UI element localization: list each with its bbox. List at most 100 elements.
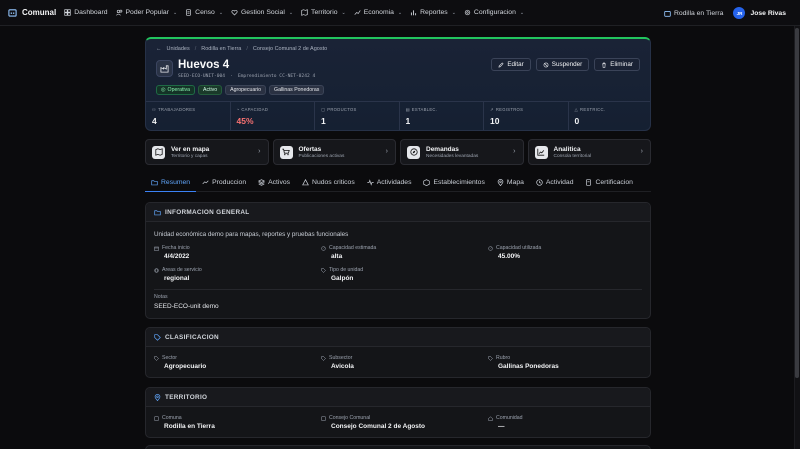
chevron-down-icon: ⌄ — [218, 9, 224, 16]
users-icon: ⚇ — [152, 107, 157, 112]
user-menu[interactable]: JR Jose Rivas — [733, 7, 786, 19]
breadcrumb-unidades[interactable]: Unidades — [167, 46, 190, 52]
census-icon — [186, 9, 192, 16]
section-title: CLASIFICACION — [165, 333, 219, 341]
section-clasificacion: CLASIFICACION Sector Agropecuario Subsec… — [145, 327, 651, 378]
section-title: TERRITORIO — [165, 393, 208, 401]
section-informacion-general: INFORMACION GENERAL Unidad económica dem… — [145, 202, 651, 319]
stat-label: REGISTROS — [495, 107, 524, 112]
field-subsector: Subsector Avicola — [321, 355, 354, 370]
breadcrumb-consejo[interactable]: Consejo Comunal 2 de Agosto — [253, 46, 327, 52]
stat-label: ESTABLEC. — [411, 107, 438, 112]
quick-link-subtitle: Necesidades levantadas — [426, 153, 479, 159]
stat-productos: ▢ PRODUCTOS 1 — [315, 102, 400, 130]
sector-badge: Agropecuario — [225, 85, 267, 95]
edit-button[interactable]: Editar — [491, 58, 531, 71]
back-arrow-icon[interactable]: ← — [156, 46, 162, 52]
quick-link-subtitle: Consola territorial — [553, 153, 592, 159]
delete-button-label: Eliminar — [610, 61, 633, 68]
nav-reportes[interactable]: Reportes ⌄ — [410, 9, 456, 16]
tag-icon — [321, 267, 326, 273]
top-navbar: Comunal Dashboard Poder Popular ⌄ Censo ⌄ … — [0, 0, 800, 26]
tab-establecimientos[interactable]: Establecimientos — [417, 174, 490, 192]
field-value: — — [498, 423, 505, 430]
quick-link-mapa[interactable]: Ver en mapa Territorio y capas › — [145, 139, 269, 165]
quick-link-title: Ver en mapa — [171, 145, 210, 153]
brand-name: Comunal — [22, 8, 57, 17]
tab-certificacion[interactable]: Certificacion — [579, 174, 638, 192]
quick-link-demandas[interactable]: Demandas Necesidades levantadas › — [400, 139, 524, 165]
field-label: Sector — [162, 355, 177, 361]
tab-actividad[interactable]: Actividad — [530, 174, 580, 192]
quick-link-subtitle: Publicaciones activas — [298, 153, 345, 159]
field-label: Fecha inicio — [162, 245, 190, 251]
stat-label: TRABAJADORES — [158, 107, 196, 112]
clock-icon — [536, 179, 543, 186]
badge-label: Operativa — [167, 87, 191, 93]
field-label: Capacidad utilizada — [496, 245, 542, 251]
trend-icon: ↗ — [490, 107, 494, 112]
quick-link-ofertas[interactable]: Ofertas Publicaciones activas › — [272, 139, 396, 165]
tab-label: Nudos criticos — [312, 179, 355, 186]
badge-label: Agropecuario — [230, 87, 262, 93]
tab-mapa[interactable]: Mapa — [491, 174, 530, 192]
field-label: Comunidad — [496, 415, 523, 421]
calendar-icon — [154, 246, 159, 251]
report-icon — [411, 10, 417, 16]
field-label: Rubro — [496, 355, 511, 361]
tag-icon — [154, 333, 161, 341]
unit-description: Unidad económica demo para mapas, report… — [154, 231, 349, 238]
quick-link-analitica[interactable]: Analitica Consola territorial › — [527, 139, 651, 165]
nav-reportes-label: Reportes — [420, 9, 448, 16]
stat-registros: ↗ REGISTROS 10 — [484, 102, 569, 130]
field-comuna: Comuna Rodilla en Tierra — [154, 415, 215, 430]
notes-label: Notas — [154, 294, 168, 300]
breadcrumb: ← Unidades / Rodilla en Tierra / Consejo… — [156, 46, 327, 52]
building-icon — [154, 416, 159, 421]
trash-icon — [602, 62, 607, 68]
stat-label: CAPACIDAD — [241, 107, 269, 112]
gauge-icon — [488, 245, 493, 251]
tab-activos[interactable]: Activos — [252, 174, 296, 192]
field-value: Galpón — [331, 275, 354, 282]
nav-configuracion[interactable]: Configuracion ⌄ — [464, 9, 524, 16]
suspend-button[interactable]: Suspender — [535, 58, 590, 71]
field-value: 4/4/2022 — [164, 253, 190, 260]
field-label: Comuna — [162, 415, 182, 421]
scrollbar-thumb[interactable] — [795, 28, 799, 378]
nav-territorio[interactable]: Territorio ⌄ — [301, 9, 346, 16]
tab-nudos-criticos[interactable]: Nudos criticos — [296, 174, 361, 192]
brand[interactable]: Comunal — [8, 8, 56, 17]
location-selector[interactable]: Rodilla en Tierra — [664, 10, 723, 17]
delete-button[interactable]: Eliminar — [594, 58, 640, 71]
status-badges: ◎ Operativa Activo Agropecuario Gallinas … — [156, 85, 325, 95]
field-label: Capacidad estimada — [329, 245, 377, 251]
notes-value: SEED-ECO-unit demo — [154, 303, 219, 310]
stat-value: 1 — [321, 116, 326, 126]
nav-poder-popular[interactable]: Poder Popular ⌄ — [115, 9, 177, 16]
economy-icon — [354, 10, 361, 15]
people-icon — [115, 9, 122, 16]
breadcrumb-comuna[interactable]: Rodilla en Tierra — [201, 46, 241, 52]
nav-economia[interactable]: Economia ⌄ — [354, 9, 402, 16]
tab-resumen[interactable]: Resumen — [145, 174, 197, 192]
stats-row: ⚇ TRABAJADORES 4 ◔ CAPACIDAD 45% ▢ PRODUCTOS 1… — [146, 101, 650, 130]
nav-dashboard-label: Dashboard — [74, 9, 108, 16]
chart-icon — [534, 145, 548, 159]
nav-configuracion-label: Configuracion — [473, 9, 516, 16]
store-icon: ▤ — [405, 107, 410, 112]
social-icon — [231, 9, 238, 16]
nav-dashboard[interactable]: Dashboard — [64, 9, 108, 16]
field-value: Avicola — [331, 363, 354, 370]
tab-actividades[interactable]: Actividades — [361, 174, 418, 192]
trend-icon — [202, 180, 209, 185]
unit-icon — [156, 60, 173, 77]
gear-icon — [464, 9, 471, 16]
field-label: Tipo de unidad — [329, 267, 364, 273]
tab-produccion[interactable]: Produccion — [196, 174, 252, 192]
nav-censo[interactable]: Censo ⌄ — [185, 9, 223, 16]
field-tipo-unidad: Tipo de unidad Galpón — [321, 267, 363, 282]
quick-link-title: Ofertas — [298, 145, 322, 153]
nav-gestion-social[interactable]: Gestion Social ⌄ — [231, 9, 293, 16]
field-capacidad-estimada: Capacidad estimada alta — [321, 245, 376, 260]
